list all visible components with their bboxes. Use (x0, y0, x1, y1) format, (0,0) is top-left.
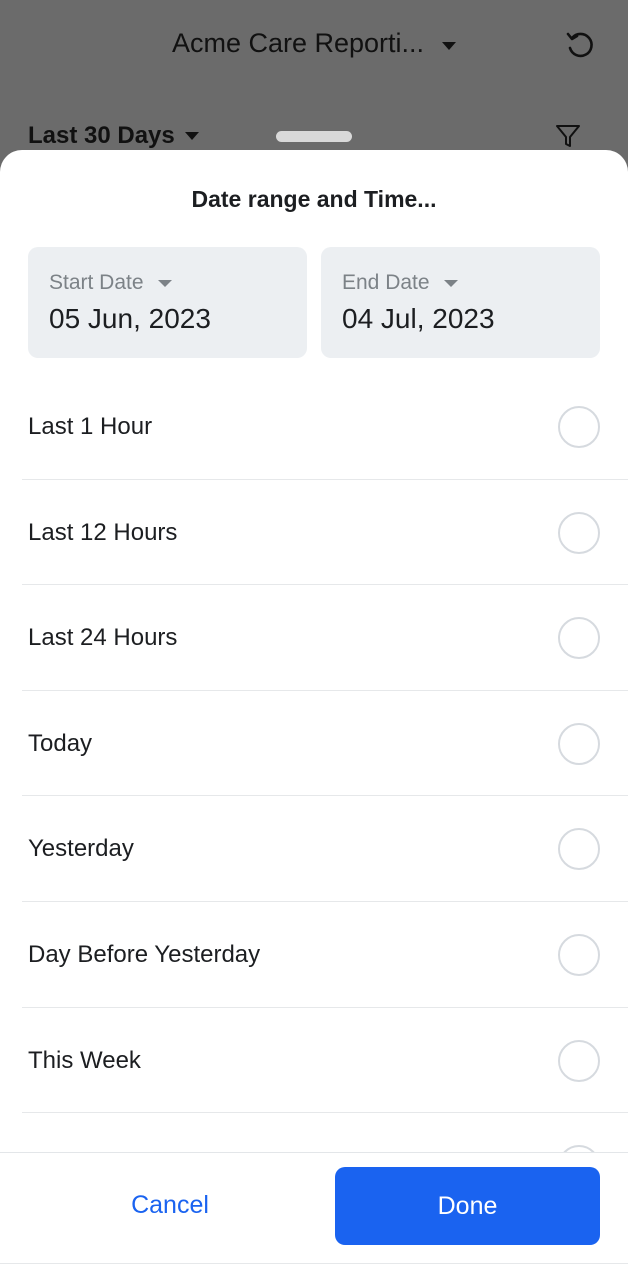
option-label: Last 24 Hours (28, 624, 178, 652)
option-label: Last 12 Hours (28, 518, 178, 546)
end-date-value: 04 Jul, 2023 (342, 303, 495, 334)
radio-button[interactable] (558, 933, 600, 976)
app-title-dropdown[interactable]: Acme Care Reporti... (0, 28, 628, 59)
option-day-before-yesterday[interactable]: Day Before Yesterday (22, 902, 628, 1008)
sheet-title: Date range and Time... (191, 186, 437, 212)
range-dropdown[interactable]: Last 30 Days (28, 122, 199, 150)
radio-button[interactable] (558, 617, 600, 660)
sheet-drag-handle[interactable] (276, 131, 352, 142)
option-label: Today (28, 729, 93, 757)
range-options-list: Last 1 Hour Last 12 Hours Last 24 Hours … (0, 374, 628, 1188)
start-date-label: Start Date (49, 271, 144, 294)
radio-button[interactable] (558, 722, 600, 765)
option-last-12-hours[interactable]: Last 12 Hours (22, 480, 628, 586)
chevron-down-icon (443, 279, 458, 287)
sheet-footer: Cancel Done (0, 1152, 628, 1280)
start-date-value: 05 Jun, 2023 (49, 303, 211, 334)
range-label: Last 30 Days (28, 122, 175, 149)
end-date-picker[interactable]: End Date 04 Jul, 2023 (321, 247, 600, 358)
option-label: Last 1 Hour (28, 413, 153, 440)
radio-button[interactable] (558, 406, 600, 448)
option-label: This Week (28, 1046, 141, 1074)
divider (0, 1262, 628, 1264)
done-button[interactable]: Done (335, 1167, 600, 1245)
start-date-picker[interactable]: Start Date 05 Jun, 2023 (28, 247, 307, 358)
refresh-icon[interactable] (564, 30, 596, 62)
chevron-down-icon (184, 132, 199, 140)
filter-icon[interactable] (554, 122, 582, 150)
chevron-down-icon (157, 279, 172, 287)
option-today[interactable]: Today (22, 691, 628, 797)
option-last-1-hour[interactable]: Last 1 Hour (22, 374, 628, 480)
cancel-button[interactable]: Cancel (28, 1167, 312, 1243)
chevron-down-icon (442, 41, 457, 50)
end-date-label: End Date (342, 271, 430, 294)
radio-button[interactable] (558, 1039, 600, 1082)
radio-button[interactable] (558, 828, 600, 871)
option-last-24-hours[interactable]: Last 24 Hours (22, 585, 628, 691)
screen: Acme Care Reporti... Last 30 Days Date r… (0, 0, 628, 1280)
option-yesterday[interactable]: Yesterday (22, 796, 628, 902)
option-this-week[interactable]: This Week (22, 1008, 628, 1114)
date-range-sheet: Date range and Time... Start Date 05 Jun… (0, 150, 628, 1280)
app-title: Acme Care Reporti... (171, 28, 425, 58)
radio-button[interactable] (558, 511, 600, 554)
option-partially-hidden[interactable] (22, 1113, 628, 1188)
option-label: Yesterday (28, 835, 134, 863)
option-label: Day Before Yesterday (28, 940, 261, 968)
